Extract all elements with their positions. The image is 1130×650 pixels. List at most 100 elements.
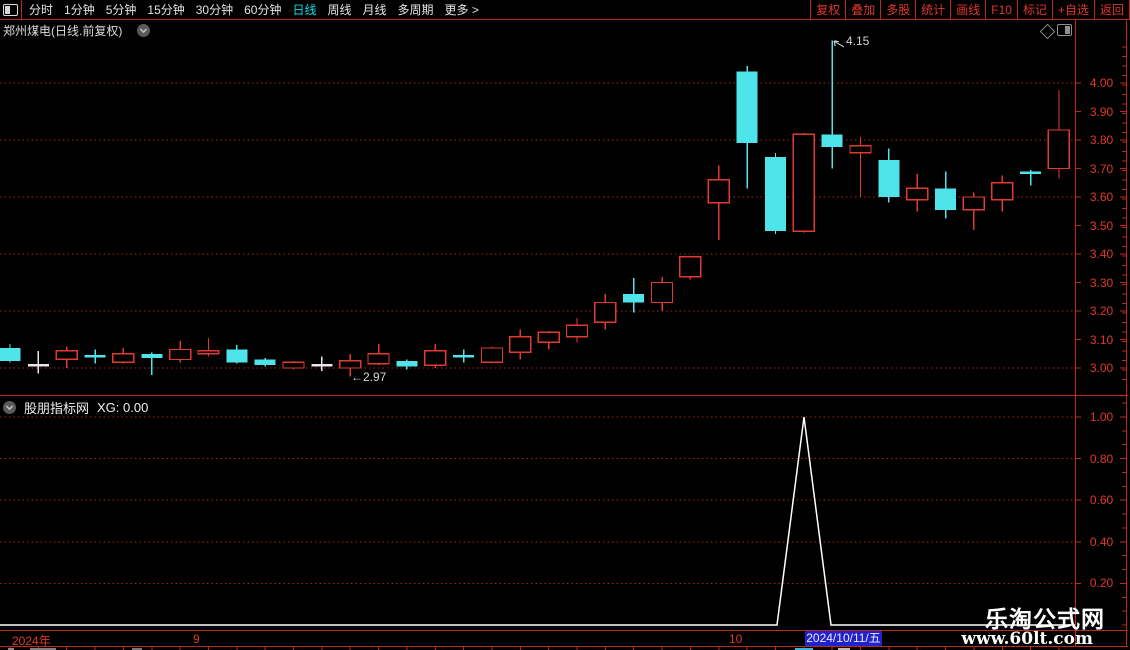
date-axis-label: 9 [193,632,200,646]
trading-app-window: 分时 1分钟 5分钟 15分钟 30分钟 60分钟 日线 周线 月线 多周期 更多 > 复权 叠加 多股… [0,0,1130,650]
period-tab[interactable]: 周线 [327,1,351,18]
date-axis-label: 10 [729,632,743,646]
candle [112,348,135,364]
indicator-gridlines [0,416,1075,584]
candle [594,293,617,330]
period-tab[interactable]: 分时 [29,1,53,18]
indicator-axis-label: 0.20 [1089,576,1114,591]
price-axis-label: 3.30 [1089,275,1114,290]
price-axis-label: 3.10 [1089,332,1114,347]
candle [537,330,560,350]
panel-layout-icon[interactable] [1057,24,1072,36]
candle [707,165,730,240]
sidebar-toggle-button[interactable] [0,0,22,19]
high-price-annotation: 4.15 [846,34,870,48]
candle [1047,90,1071,179]
chart-canvas [0,20,1128,650]
period-tab[interactable]: 1分钟 [64,1,95,18]
action-button[interactable]: 返回 [1093,0,1130,19]
period-tab[interactable]: 更多 > [445,1,479,18]
price-axis-label: 4.00 [1089,76,1114,90]
action-buttons: 复权 叠加 多股 统计 画线 F10 标记 +自选 返回 [810,0,1130,19]
candle [878,148,900,203]
candle [1020,169,1042,186]
sidebar-toggle-icon [3,3,18,16]
action-button[interactable]: 标记 [1016,0,1052,19]
axis-ticks [9,46,1126,650]
period-tabs: 分时 1分钟 5分钟 15分钟 30分钟 60分钟 日线 周线 月线 多周期 更多 > [22,0,810,19]
indicator-axis-label: 0.80 [1089,451,1114,466]
action-button[interactable]: +自选 [1051,0,1094,19]
candle [849,137,872,197]
candle [991,175,1014,212]
price-axis-label: 3.60 [1089,190,1114,204]
indicator-axis-label: 1.00 [1089,410,1114,424]
action-button[interactable]: F10 [985,0,1017,19]
price-axis-label: 3.20 [1089,304,1114,318]
indicator-axis-label: 0.60 [1089,493,1114,508]
title-dropdown-button[interactable] [137,24,150,37]
top-toolbar: 分时 1分钟 5分钟 15分钟 30分钟 60分钟 日线 周线 月线 多周期 更多 > 复权 叠加 多股… [0,0,1130,20]
candle [565,318,589,343]
candle [509,329,532,360]
candle [453,349,475,363]
candle [311,356,333,371]
candle [935,171,957,219]
candle [226,345,248,364]
candle [27,350,49,374]
action-button[interactable]: 画线 [950,0,985,19]
candle [0,343,21,363]
low-price-annotation: ←2.97 [351,370,387,384]
candle [254,358,276,367]
period-tab[interactable]: 日线 [292,1,316,18]
candle [367,343,390,366]
candle [962,192,986,230]
xg-indicator-line [0,416,1075,626]
price-axis-label: 3.50 [1089,218,1114,233]
indicator-panel-header: 股朋指标网 XG: 0.00 [3,398,148,417]
action-button[interactable]: 复权 [810,0,845,19]
price-axis-label: 3.70 [1089,161,1114,176]
candle [736,65,758,189]
candle [764,152,786,235]
candle [424,343,447,368]
candlesticks [0,40,1071,377]
watermark-site-url: www.60lt.com [961,629,1093,649]
price-axis-label: 3.00 [1089,361,1114,375]
candle [141,352,163,376]
chart-title: 郑州煤电(日线.前复权) [3,24,123,38]
indicator-collapse-button[interactable] [3,401,16,414]
candle [792,132,815,233]
period-tab[interactable]: 月线 [363,1,387,18]
candle [821,40,843,169]
candle [55,346,78,368]
indicator-source-label: 股朋指标网 [24,401,90,416]
candle [623,278,645,313]
period-tab[interactable]: 多周期 [398,1,434,18]
candle [679,256,702,280]
candle [650,276,674,311]
period-tab[interactable]: 5分钟 [106,1,137,18]
annotation-arrow [833,40,845,48]
period-tab[interactable]: 60分钟 [244,1,281,18]
price-axis-label: 3.80 [1089,133,1114,147]
selected-date-badge[interactable]: 2024/10/11/五 [805,631,882,646]
date-axis-label: 2024年 [12,634,51,648]
main-gridlines [0,82,1075,369]
period-tab[interactable]: 15分钟 [147,1,184,18]
action-button[interactable]: 叠加 [845,0,880,19]
candle [84,349,106,364]
indicator-axis-label: 0.40 [1089,534,1114,549]
candle [906,174,929,212]
price-axis-label: 3.40 [1089,247,1114,261]
action-button[interactable]: 统计 [915,0,950,19]
indicator-value-label: XG: 0.00 [97,400,149,415]
candle [168,340,192,363]
period-tab[interactable]: 30分钟 [196,1,233,18]
candle [197,338,220,357]
chart-frame [0,20,1128,647]
candle [282,360,305,370]
candle [480,346,504,364]
action-button[interactable]: 多股 [880,0,915,19]
price-axis-label: 3.90 [1089,104,1114,119]
